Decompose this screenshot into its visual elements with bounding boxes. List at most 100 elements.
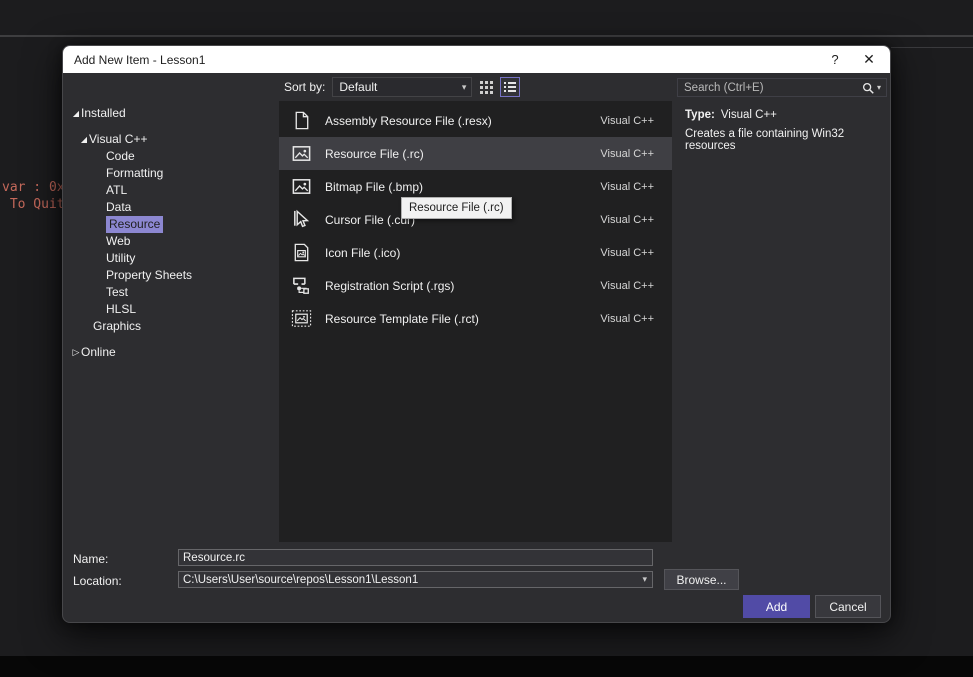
- list-item-label: Bitmap File (.bmp): [325, 180, 600, 194]
- cursor-icon: [290, 209, 312, 231]
- tree-item-label: Web: [106, 233, 130, 250]
- dialog-footer: Name: Location: C:\Users\User\source\rep…: [63, 546, 892, 624]
- chevron-down-icon: ▾: [462, 82, 467, 93]
- collapsed-arrow-icon: ▷: [71, 344, 81, 361]
- details-pane: ▾ Type: Visual C++ Creates a file contain…: [672, 73, 890, 546]
- sort-dropdown-value: Default: [339, 80, 461, 94]
- close-button[interactable]: ✕: [854, 46, 884, 73]
- tree-item-resource[interactable]: Resource: [63, 216, 279, 233]
- tree-item-label: HLSL: [106, 301, 136, 318]
- tree-item-graphics[interactable]: Graphics: [63, 318, 279, 335]
- tree-item-visual-cpp[interactable]: ◢ Visual C++: [63, 131, 279, 148]
- image-icon: [290, 176, 312, 198]
- registration-script-icon: [290, 275, 312, 297]
- list-item-type: Visual C++: [600, 214, 654, 226]
- tree-item-label: Graphics: [93, 318, 141, 335]
- browse-button[interactable]: Browse...: [664, 569, 739, 590]
- dialog-title: Add New Item - Lesson1: [74, 53, 205, 67]
- list-item-type: Visual C++: [600, 313, 654, 325]
- tree-item-code[interactable]: Code: [63, 148, 279, 165]
- type-label: Type:: [685, 109, 715, 121]
- resource-template-icon: [290, 308, 312, 330]
- type-row: Type: Visual C++: [685, 109, 777, 121]
- sort-toolbar: Sort by: Default ▾: [279, 73, 672, 101]
- list-item-icon-file[interactable]: Icon File (.ico) Visual C++: [279, 236, 672, 269]
- grid-view-button[interactable]: [476, 77, 496, 97]
- icon-file-icon: [290, 242, 312, 264]
- template-list: Assembly Resource File (.resx) Visual C+…: [279, 101, 672, 542]
- tree-item-label: Visual C++: [89, 131, 147, 148]
- help-button[interactable]: ?: [820, 46, 850, 73]
- expanded-arrow-icon: ◢: [71, 105, 81, 122]
- search-options-caret-icon[interactable]: ▾: [877, 83, 881, 92]
- name-label: Name:: [73, 552, 108, 566]
- search-box[interactable]: ▾: [677, 78, 887, 97]
- list-item-registration-script[interactable]: Registration Script (.rgs) Visual C++: [279, 269, 672, 302]
- tree-item-label-selected: Resource: [106, 216, 163, 233]
- background-window-divider: [0, 35, 973, 37]
- tree-item-label: ATL: [106, 182, 127, 199]
- add-new-item-dialog: Add New Item - Lesson1 ? ✕ ◢ Installed ◢…: [62, 45, 891, 623]
- console-line-2: To Quit: [2, 197, 65, 212]
- tree-item-label: Online: [81, 344, 116, 361]
- name-input[interactable]: [178, 549, 653, 566]
- list-item-type: Visual C++: [600, 280, 654, 292]
- tree-item-atl[interactable]: ATL: [63, 182, 279, 199]
- image-icon: [290, 143, 312, 165]
- list-view-button[interactable]: [500, 77, 520, 97]
- chevron-down-icon: ▾: [642, 574, 647, 585]
- list-item-resource-template[interactable]: Resource Template File (.rct) Visual C++: [279, 302, 672, 335]
- document-icon: [290, 110, 312, 132]
- tree-item-label: Code: [106, 148, 135, 165]
- location-combobox[interactable]: C:\Users\User\source\repos\Lesson1\Lesso…: [178, 571, 653, 588]
- expanded-arrow-icon: ◢: [79, 131, 89, 148]
- list-view-icon: [503, 80, 517, 94]
- tree-item-installed[interactable]: ◢ Installed: [63, 105, 279, 122]
- tooltip-text: Resource File (.rc): [409, 202, 504, 214]
- list-item-label: Resource Template File (.rct): [325, 312, 600, 326]
- background-titlebar-line: [891, 47, 973, 48]
- tree-item-label: Formatting: [106, 165, 163, 182]
- tree-item-online[interactable]: ▷ Online: [63, 344, 279, 361]
- sort-by-label: Sort by:: [284, 80, 325, 94]
- tree-item-hlsl[interactable]: HLSL: [63, 301, 279, 318]
- sort-dropdown[interactable]: Default ▾: [332, 77, 472, 97]
- dialog-body: ◢ Installed ◢ Visual C++ Code Formatting…: [63, 73, 890, 623]
- template-description: Creates a file containing Win32 resource…: [685, 128, 885, 152]
- tree-item-label: Test: [106, 284, 128, 301]
- search-icon[interactable]: [861, 81, 875, 95]
- list-item-type: Visual C++: [600, 247, 654, 259]
- taskbar-strip: [0, 656, 973, 677]
- search-input[interactable]: [678, 82, 861, 94]
- list-item-type: Visual C++: [600, 148, 654, 160]
- tree-item-web[interactable]: Web: [63, 233, 279, 250]
- location-label: Location:: [73, 574, 122, 588]
- grid-view-icon: [479, 80, 494, 95]
- cancel-button[interactable]: Cancel: [815, 595, 881, 618]
- tree-item-formatting[interactable]: Formatting: [63, 165, 279, 182]
- tree-item-test[interactable]: Test: [63, 284, 279, 301]
- tree-item-label: Utility: [106, 250, 135, 267]
- screen: var : 0x%p To Quit Add New Item - Lesson…: [0, 0, 973, 677]
- tooltip: Resource File (.rc): [401, 197, 512, 219]
- tree-item-label: Installed: [81, 105, 126, 122]
- list-item-label: Resource File (.rc): [325, 147, 600, 161]
- tree-item-label: Data: [106, 199, 131, 216]
- tree-item-property-sheets[interactable]: Property Sheets: [63, 267, 279, 284]
- list-item-assembly-resource[interactable]: Assembly Resource File (.resx) Visual C+…: [279, 104, 672, 137]
- type-value: Visual C++: [721, 109, 777, 121]
- tree-item-label: Property Sheets: [106, 267, 192, 284]
- list-item-type: Visual C++: [600, 115, 654, 127]
- template-list-pane: Sort by: Default ▾: [279, 73, 672, 546]
- list-item-label: Icon File (.ico): [325, 246, 600, 260]
- list-item-label: Registration Script (.rgs): [325, 279, 600, 293]
- list-item-resource-file[interactable]: Resource File (.rc) Visual C++: [279, 137, 672, 170]
- tree-item-data[interactable]: Data: [63, 199, 279, 216]
- list-item-label: Assembly Resource File (.resx): [325, 114, 600, 128]
- add-button[interactable]: Add: [743, 595, 810, 618]
- list-item-type: Visual C++: [600, 181, 654, 193]
- location-value: C:\Users\User\source\repos\Lesson1\Lesso…: [179, 574, 642, 586]
- tree-item-utility[interactable]: Utility: [63, 250, 279, 267]
- dialog-titlebar[interactable]: Add New Item - Lesson1 ? ✕: [63, 46, 890, 73]
- template-tree: ◢ Installed ◢ Visual C++ Code Formatting…: [63, 73, 279, 546]
